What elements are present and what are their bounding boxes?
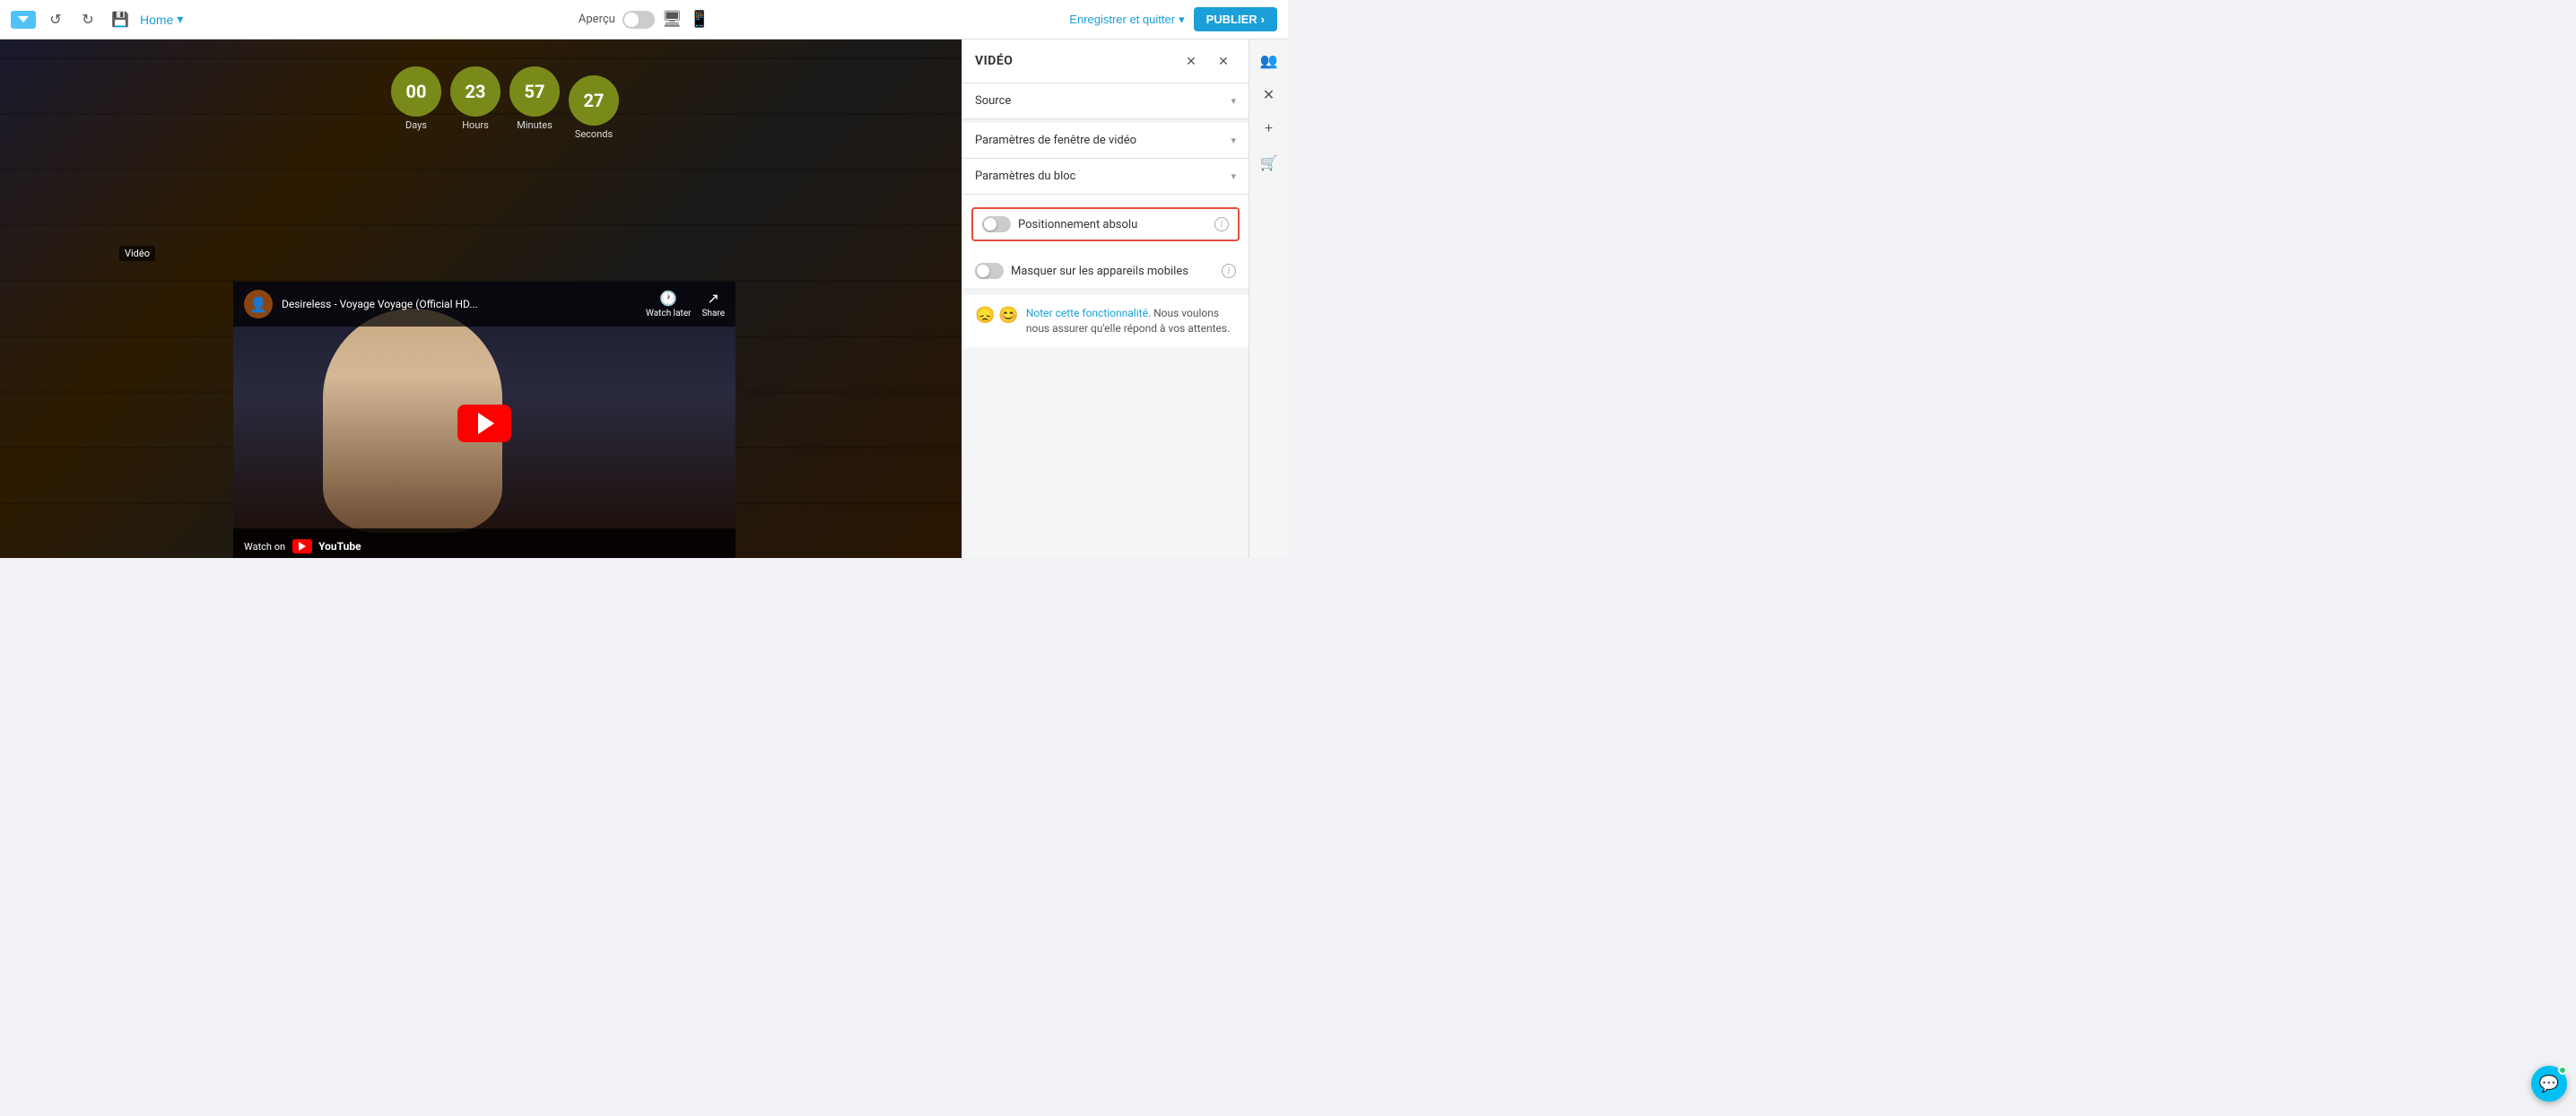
watch-later-label: Watch later [646,309,691,318]
countdown-days: 00 Days [391,66,441,131]
enregistrer-button[interactable]: Enregistrer et quitter ▾ [1069,13,1184,27]
toolbar: ↺ ↻ 💾 Home ▾ Aperçu 🖥 📱 Enregistrer et q… [0,0,1288,39]
panel-pin-button[interactable]: ✕ [1179,48,1204,74]
countdown-hours: 23 Hours [450,66,500,131]
publier-arrow-icon: › [1261,13,1265,26]
separator-2 [962,288,1249,292]
mobile-icon[interactable]: 📱 [690,10,709,29]
source-chevron-icon: ▾ [1231,95,1236,107]
params-bloc-section: Paramètres du bloc ▾ [962,159,1249,195]
positionnement-row[interactable]: Positionnement absolu i [971,207,1240,241]
youtube-logo-icon [292,539,312,554]
rating-text: Noter cette fonctionnalité. Nous voulons… [1026,306,1236,336]
email-icon [11,11,36,29]
params-fenetre-label: Paramètres de fenêtre de vidéo [975,134,1136,147]
canvas-area: 00 Days 23 Hours 57 Minutes 27 Seconds V… [0,39,962,558]
params-bloc-label: Paramètres du bloc [975,170,1076,183]
countdown-minutes: 57 Minutes [509,66,560,131]
home-button[interactable]: Home ▾ [140,12,183,27]
close-strip-button[interactable]: ✕ [1255,81,1284,109]
yt-share-button[interactable]: ↗ Share [702,290,725,318]
icon-strip: 👥 ✕ + 🛒 [1249,39,1288,558]
countdown-seconds-circle: 27 [569,75,619,126]
toolbar-left: ↺ ↻ 💾 Home ▾ [11,7,571,32]
toolbar-right: Enregistrer et quitter ▾ PUBLIER › [717,7,1277,31]
yt-watch-later-button[interactable]: 🕐 Watch later [646,290,691,318]
rating-link[interactable]: Noter cette fonctionnalité [1026,307,1148,319]
panel-close-button[interactable]: ✕ [1211,48,1236,74]
emoji-group: 😞 😊 [975,306,1019,325]
watch-later-icon: 🕐 [659,290,677,307]
panel-title: VIDÉO [975,54,1013,68]
countdown-widget: 00 Days 23 Hours 57 Minutes 27 Seconds [391,66,619,140]
share-label: Share [702,309,725,318]
yt-avatar: 👤 [244,290,273,318]
positionnement-info-icon[interactable]: i [1214,217,1229,231]
add-strip-button[interactable]: + [1255,115,1284,144]
apercu-label: Aperçu [579,13,615,26]
countdown-days-circle: 00 [391,66,441,117]
redo-button[interactable]: ↻ [75,7,100,32]
yt-logo: YouTube [292,539,361,554]
countdown-seconds: 27 Seconds [569,75,619,140]
chat-bubble-button[interactable]: 💬 [2531,1066,2567,1102]
right-panel: VIDÉO ✕ ✕ Source ▾ Paramètres de fenêtre… [962,39,1249,558]
apercu-toggle[interactable] [622,11,655,29]
happy-emoji[interactable]: 😊 [998,306,1018,325]
users-icon-button[interactable]: 👥 [1255,47,1284,75]
countdown-hours-label: Hours [462,119,489,131]
params-bloc-row[interactable]: Paramètres du bloc ▾ [962,159,1249,194]
countdown-minutes-label: Minutes [517,119,553,131]
positionnement-toggle[interactable] [982,216,1011,232]
countdown-days-label: Days [405,119,427,131]
watch-on-label: Watch on [244,541,285,553]
play-triangle-icon [478,413,494,434]
save-icon-button[interactable]: 💾 [108,7,133,32]
positionnement-label: Positionnement absolu [1018,218,1207,231]
masquer-row: Masquer sur les appareils mobiles i [962,254,1249,288]
toolbar-center: Aperçu 🖥 📱 [579,10,709,29]
chat-icon: 💬 [2539,1075,2559,1094]
youtube-embed[interactable]: 👤 Desireless - Voyage Voyage (Official H… [233,282,735,558]
youtube-brand-label: YouTube [318,540,361,553]
yt-footer: Watch on YouTube [233,528,735,558]
share-icon: ↗ [708,290,719,307]
video-tag: Vidéo [119,246,155,261]
masquer-info-icon[interactable]: i [1222,264,1236,278]
params-fenetre-section: Paramètres de fenêtre de vidéo ▾ [962,123,1249,159]
source-row[interactable]: Source ▾ [962,83,1249,118]
source-section: Source ▾ [962,83,1249,119]
source-label: Source [975,94,1011,108]
countdown-minutes-circle: 57 [509,66,560,117]
cart-strip-button[interactable]: 🛒 [1255,149,1284,178]
sad-emoji[interactable]: 😞 [975,306,995,325]
undo-button[interactable]: ↺ [43,7,68,32]
params-fenetre-chevron-icon: ▾ [1231,135,1236,146]
params-bloc-chevron-icon: ▾ [1231,170,1236,182]
countdown-seconds-label: Seconds [575,128,613,140]
publier-label: PUBLIER [1206,13,1258,26]
yt-title: Desireless - Voyage Voyage (Official HD.… [282,298,637,310]
home-label: Home [140,13,173,27]
publier-button[interactable]: PUBLIER › [1194,7,1277,31]
masquer-toggle[interactable] [975,263,1004,279]
yt-actions: 🕐 Watch later ↗ Share [646,290,725,318]
params-fenetre-row[interactable]: Paramètres de fenêtre de vidéo ▾ [962,123,1249,158]
desktop-icon[interactable]: 🖥 [662,10,683,29]
enregistrer-chevron-icon: ▾ [1179,13,1185,27]
yt-header: 👤 Desireless - Voyage Voyage (Official H… [233,282,735,327]
panel-header-icons: ✕ ✕ [1179,48,1236,74]
countdown-hours-circle: 23 [450,66,500,117]
enregistrer-label: Enregistrer et quitter [1069,13,1175,26]
play-button[interactable] [457,405,511,442]
chat-online-dot [2558,1066,2567,1075]
main-layout: 00 Days 23 Hours 57 Minutes 27 Seconds V… [0,39,1288,558]
panel-header: VIDÉO ✕ ✕ [962,39,1249,83]
home-chevron-icon: ▾ [177,12,183,27]
masquer-label: Masquer sur les appareils mobiles [1011,265,1214,278]
rating-section: 😞 😊 Noter cette fonctionnalité. Nous vou… [962,295,1249,347]
